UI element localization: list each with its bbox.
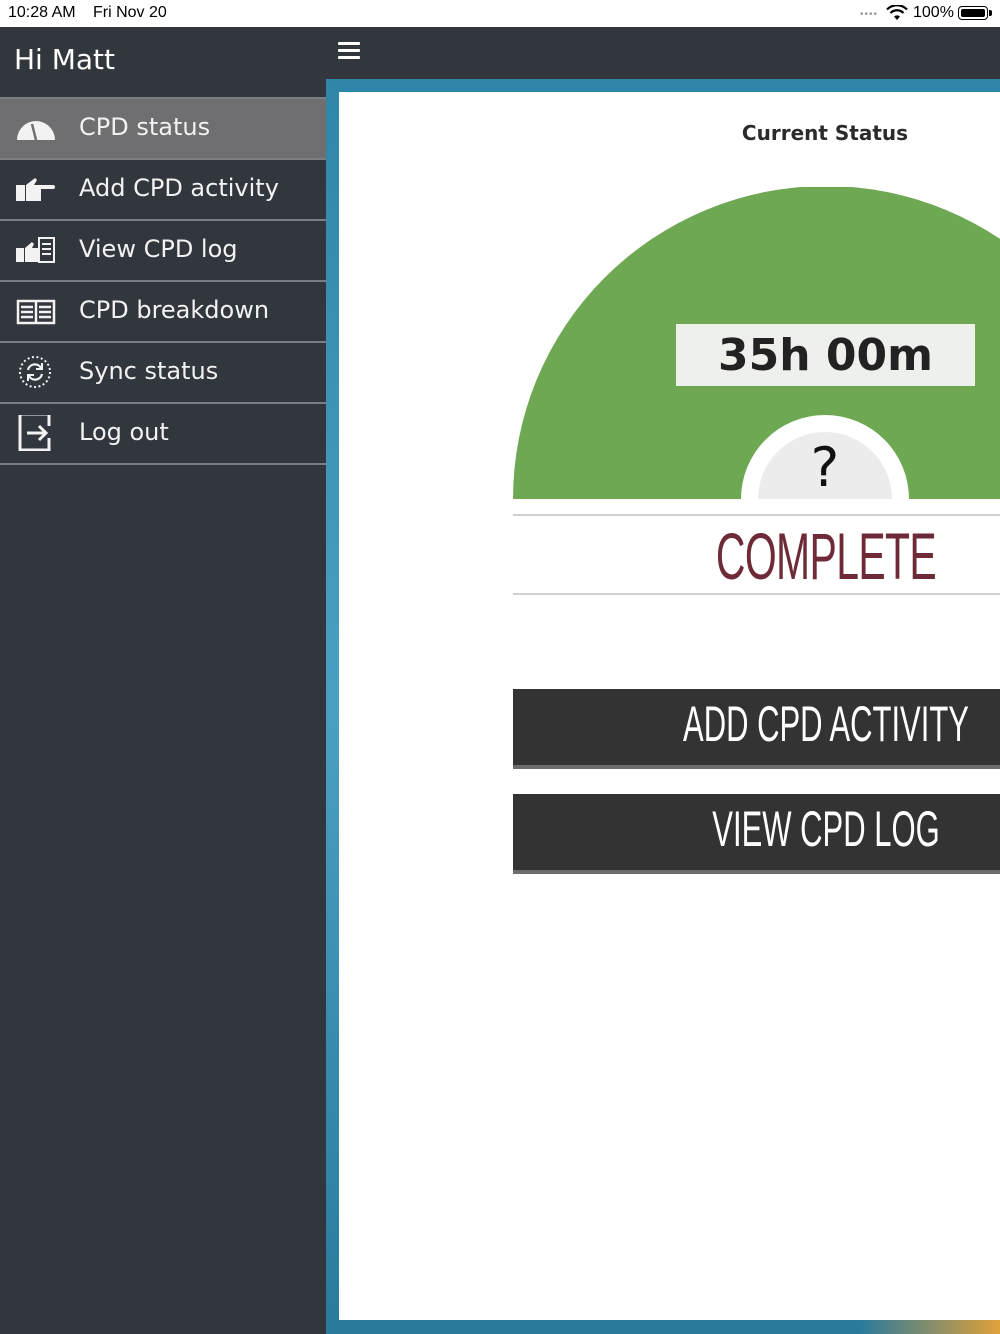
sidebar-item-label: Add CPD activity (79, 174, 279, 202)
sync-icon (19, 356, 51, 388)
hamburger-menu-icon[interactable] (338, 42, 360, 62)
top-bar (326, 27, 1000, 79)
status-text: COMPLETE (715, 519, 937, 593)
sidebar-item-label: CPD status (79, 113, 211, 141)
sidebar-item-label: View CPD log (79, 235, 238, 263)
status-bar: 10:28 AM Fri Nov 20 •••• 100% (0, 0, 1000, 27)
sidebar-item-label: Sync status (79, 357, 219, 385)
greeting: Hi Matt (14, 43, 116, 76)
sidebar-menu: CPD status Add CPD activity View CPD log (0, 97, 326, 465)
view-cpd-log-button[interactable]: VIEW CPD LOG (513, 794, 1000, 874)
sidebar-item-log-out[interactable]: Log out (0, 404, 326, 465)
add-cpd-activity-button[interactable]: ADD CPD ACTIVITY (513, 689, 1000, 769)
sidebar-item-sync-status[interactable]: Sync status (0, 343, 326, 404)
sidebar-item-cpd-breakdown[interactable]: CPD breakdown (0, 282, 326, 343)
sidebar-item-add-cpd-activity[interactable]: Add CPD activity (0, 160, 326, 221)
sidebar-item-label: Log out (79, 418, 169, 446)
battery-percent: 100% (913, 4, 954, 21)
logout-icon (18, 415, 51, 451)
help-button[interactable]: ? (741, 438, 909, 498)
divider-bottom (513, 593, 1000, 595)
sidebar-item-cpd-status[interactable]: CPD status (0, 99, 326, 160)
sidebar: Hi Matt CPD status Add CPD activity View… (0, 27, 326, 1334)
battery-icon (958, 6, 992, 20)
page-title: Current Status (741, 121, 909, 145)
hours-total: 35h 00m (676, 324, 975, 386)
table-icon (16, 299, 56, 325)
signal-dots-icon: •••• (860, 9, 879, 20)
frame-accent (860, 1320, 1000, 1334)
divider-top (513, 514, 1000, 516)
sidebar-item-view-cpd-log[interactable]: View CPD log (0, 221, 326, 282)
gauge-icon (17, 121, 55, 141)
view-cpd-log-label: VIEW CPD LOG (712, 801, 940, 857)
wifi-icon (886, 5, 908, 20)
pointing-hand-icon (16, 178, 55, 201)
hand-log-icon (16, 237, 55, 263)
status-date: Fri Nov 20 (93, 4, 167, 21)
status-time: 10:28 AM (8, 4, 76, 21)
add-cpd-activity-label: ADD CPD ACTIVITY (683, 696, 969, 752)
sidebar-item-label: CPD breakdown (79, 296, 270, 324)
